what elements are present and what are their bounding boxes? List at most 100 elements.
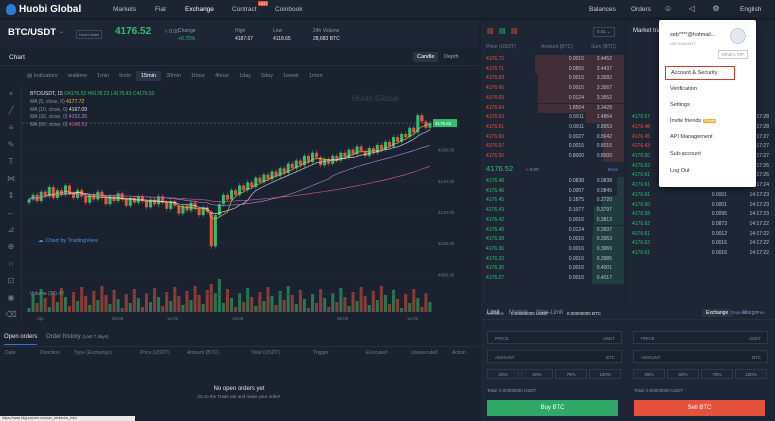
zoom-icon[interactable]: ⊕ [0,238,22,255]
ask-row[interactable]: 4176.60 0.0027 0.8042 [481,132,624,143]
chevron-down-icon[interactable]: ⌄ [59,28,64,35]
magnet-icon[interactable]: ∩ [0,255,22,272]
tf-1week[interactable]: 1week [278,71,304,81]
tf-4hour[interactable]: 4hour [210,71,234,81]
bid-row[interactable]: 4176.46 0.0007 0.0845 [481,186,624,197]
nav-orders[interactable]: Orders [631,6,651,13]
tab-market[interactable]: Market [509,310,527,316]
ask-row[interactable]: 4176.69 0.0015 3.3582 [481,74,624,85]
trash-icon[interactable]: ⌫ [0,306,22,323]
bid-row[interactable]: 4176.45 0.1875 0.2720 [481,196,624,207]
tab-limit[interactable]: Limit [487,310,500,316]
buy-pct-50[interactable]: 50% [521,369,553,379]
tf-1day[interactable]: 1day [234,71,256,81]
text-tool-icon[interactable]: T [0,153,22,170]
ask-row[interactable]: 4176.64 1.8564 3.3428 [481,103,624,114]
menu-verification[interactable]: Verification [670,86,697,92]
menu-invite-friends[interactable]: Invite friends Rebate [670,118,717,124]
tab-order-history[interactable]: Order history (Last 7 days) [46,334,108,340]
tab-exchange[interactable]: Exchange [702,309,733,317]
ask-row[interactable]: 4176.71 0.0855 3.4437 [481,64,624,75]
sell-pct-25[interactable]: 25% [633,369,665,379]
buy-price-input[interactable]: PRICE USDT [487,331,622,344]
book-bids-icon[interactable]: ▤ [499,27,506,35]
tf-indicators[interactable]: ▤ Indicators [22,71,63,81]
tab-candle[interactable]: Candle [413,52,439,62]
book-both-icon[interactable]: ▤ [487,27,494,35]
ask-row[interactable]: 4176.56 0.8000 0.8000 [481,152,624,162]
bid-row[interactable]: 4176.42 0.0016 0.3813 [481,215,624,226]
tf-5day[interactable]: 5day [256,71,278,81]
tf-1min[interactable]: 1min [92,71,114,81]
nav-fiat[interactable]: Fiat [155,6,166,13]
ask-row[interactable]: 4176.66 0.0015 3.3567 [481,84,624,94]
nav-exchange[interactable]: Exchange [185,6,214,13]
vip-link[interactable]: What's VIP [717,50,748,59]
pair-title[interactable]: BTC/USDT [8,27,56,38]
book-more-link[interactable]: More [608,167,618,172]
menu-log-out[interactable]: Log Out [670,168,690,174]
ask-row[interactable]: 4176.61 0.0911 0.8953 [481,122,624,133]
buy-pct-100[interactable]: 100% [589,369,621,379]
tf-1hour[interactable]: 1hour [186,71,210,81]
brush-tool-icon[interactable]: ✎ [0,136,22,153]
ask-row[interactable]: 4176.57 0.0015 0.8015 [481,142,624,152]
ask-row[interactable]: 4176.72 0.0015 3.4452 [481,55,624,65]
book-asks-icon[interactable]: ▤ [511,27,518,35]
nav-markets[interactable]: Markets [113,6,136,13]
tf-1mon[interactable]: 1mon [304,71,328,81]
sell-pct-75[interactable]: 75% [701,369,733,379]
user-icon[interactable]: ☺ [663,4,673,14]
sell-button[interactable]: Sell BTC [634,400,765,416]
bid-row[interactable]: 4176.33 0.0016 0.3985 [481,254,624,265]
bid-row[interactable]: 4176.48 0.0838 0.0838 [481,177,624,187]
menu-api-management[interactable]: API Management [670,134,713,140]
bid-row[interactable]: 4176.36 0.0016 0.3969 [481,244,624,255]
tf-15min[interactable]: 15min [136,71,161,81]
gear-icon[interactable]: ⚙ [711,4,721,14]
measure-tool-icon[interactable]: ⇕ [0,187,22,204]
speaker-icon[interactable]: ◁ [687,4,697,14]
nav-coinbook[interactable]: Coinbook [275,6,302,13]
tab-depth[interactable]: Depth [440,52,463,62]
bid-row[interactable]: 4176.39 0.0016 0.3953 [481,235,624,245]
fee-link[interactable]: Fee [757,310,765,315]
deposit-link[interactable]: Deposit [731,310,746,315]
nav-contract[interactable]: Contract [232,6,257,13]
fib-tool-icon[interactable]: ≡ [0,119,22,136]
tf-30min[interactable]: 30min [161,71,186,81]
buy-button[interactable]: Buy BTC [487,400,618,416]
bid-row[interactable]: 4176.30 0.0016 0.4001 [481,264,624,274]
crosshair-icon[interactable]: + [0,85,22,102]
tf-5min[interactable]: 5min [114,71,136,81]
tf-realtime[interactable]: realtime [63,71,93,81]
menu-sub-account[interactable]: Sub-account [670,151,701,157]
sell-price-input[interactable]: PRICE USDT [633,331,768,344]
line-tool-icon[interactable]: ╱ [0,102,22,119]
tradingview-watermark[interactable]: ☁ Chart by TradingView [38,238,98,244]
sell-pct-50[interactable]: 50% [667,369,699,379]
menu-account-security[interactable]: Account & Security [665,66,735,80]
nav-balances[interactable]: Balances [589,6,616,13]
tab-open-orders[interactable]: Open orders [4,334,38,345]
buy-pct-25[interactable]: 25% [487,369,519,379]
logo[interactable]: Huobi Global [6,4,81,15]
lock-icon[interactable]: ⊡ [0,272,22,289]
bid-row[interactable]: 4176.43 0.1077 0.3797 [481,206,624,216]
sell-amount-input[interactable]: AMOUNT BTC [633,350,768,363]
language-select[interactable]: English [740,6,761,13]
bid-row[interactable]: 4176.40 0.0124 0.3937 [481,225,624,236]
tab-stop-limit[interactable]: Stop-Limit [536,310,563,316]
arrow-icon[interactable]: ← [0,204,22,221]
decimals-select[interactable]: 0.01 ⌄ [593,27,615,37]
eye-icon[interactable]: ◉ [0,289,22,306]
ruler-icon[interactable]: ⊿ [0,221,22,238]
bid-row[interactable]: 4176.27 0.0016 0.4017 [481,274,624,284]
ask-row[interactable]: 4176.63 0.5911 1.4864 [481,113,624,123]
ask-row[interactable]: 4176.65 0.0124 3.3552 [481,93,624,104]
pattern-tool-icon[interactable]: ⋈ [0,170,22,187]
sell-pct-100[interactable]: 100% [735,369,767,379]
buy-pct-75[interactable]: 75% [555,369,587,379]
buy-amount-input[interactable]: AMOUNT BTC [487,350,622,363]
menu-settings[interactable]: Settings [670,102,690,108]
